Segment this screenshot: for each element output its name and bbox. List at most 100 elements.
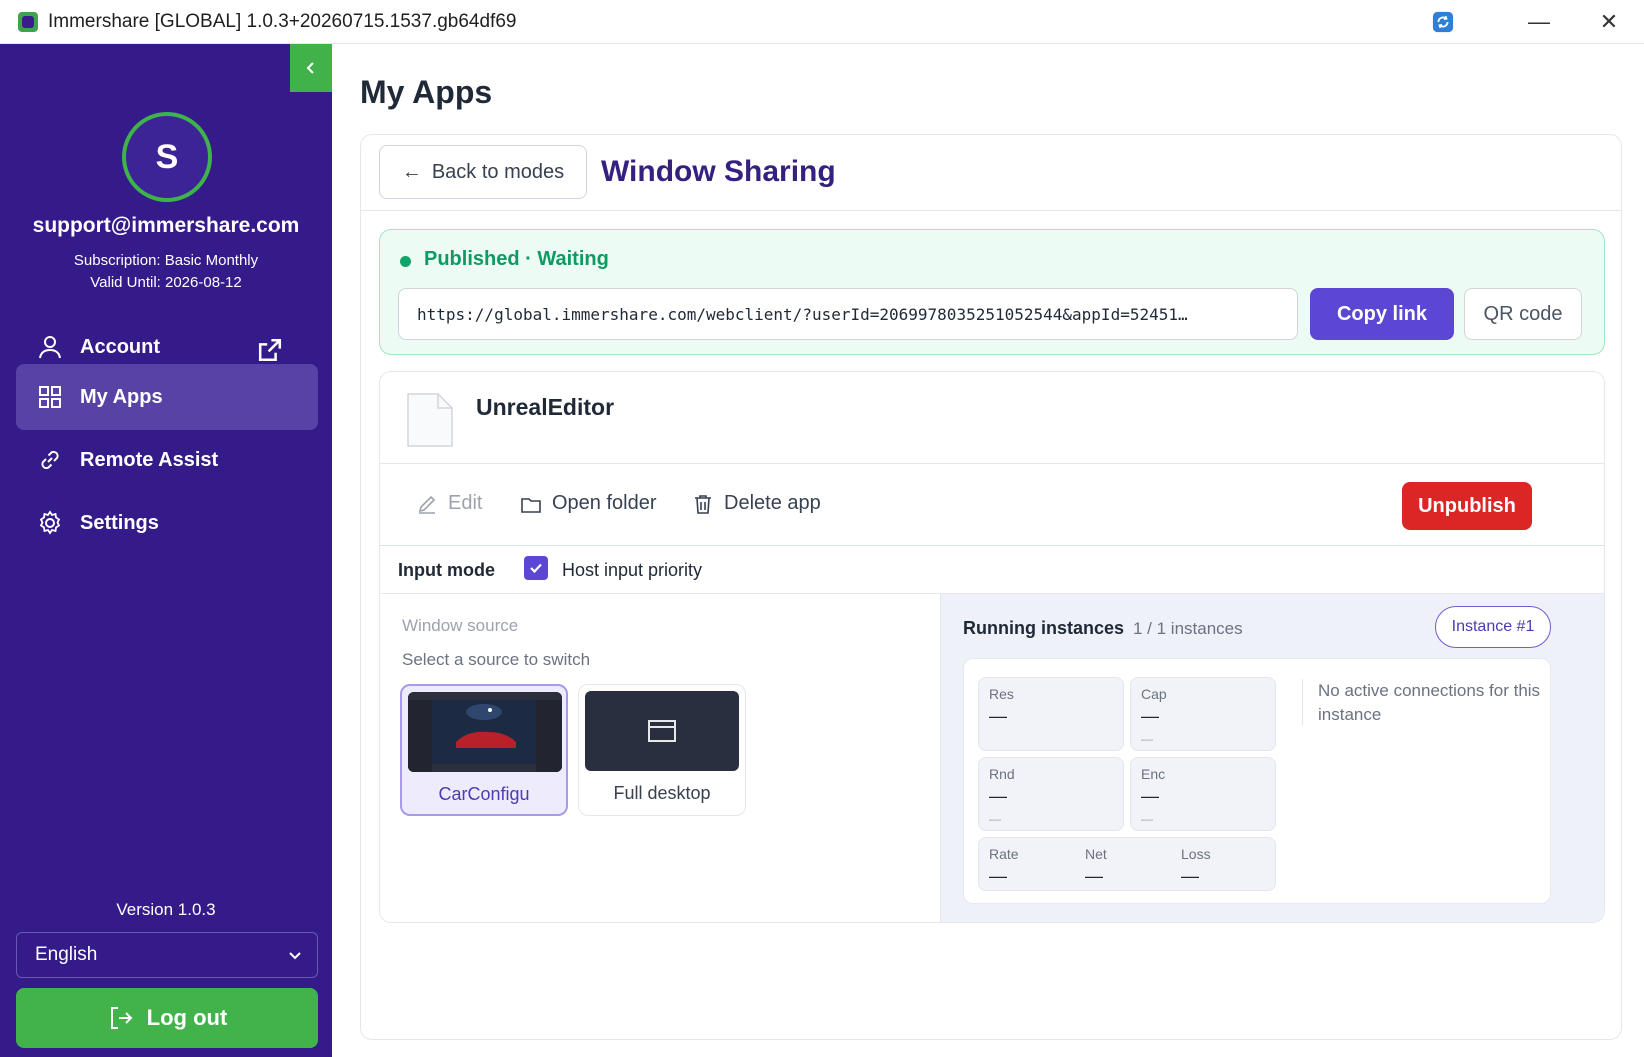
delete-app-button[interactable]: Delete app [692, 492, 821, 515]
input-mode-label: Input mode [398, 560, 495, 580]
chevron-down-icon [289, 952, 301, 960]
chevron-left-icon [306, 62, 314, 74]
sidebar-item-label: Account [80, 335, 160, 358]
stat-label: Rate [989, 846, 1019, 862]
source-option-full-desktop[interactable]: Full desktop [578, 684, 746, 816]
language-select[interactable]: English [16, 932, 318, 978]
sidebar-item-label: Settings [80, 511, 159, 534]
stat-value: — [1181, 866, 1199, 886]
window-thumbnail [408, 692, 562, 772]
page-title: My Apps [360, 74, 493, 110]
sidebar-collapse-button[interactable] [290, 44, 332, 92]
host-input-priority-checkbox[interactable] [524, 556, 548, 580]
minimize-button[interactable]: — [1504, 0, 1574, 44]
gear-icon [39, 510, 61, 535]
sidebar-item-settings[interactable]: Settings [16, 490, 318, 556]
sync-icon[interactable] [1432, 11, 1454, 33]
no-connections-text: No active connections for this instance [1318, 681, 1541, 724]
user-icon [39, 336, 61, 359]
app-detail-card: ← Back to modes Window Sharing Published… [360, 134, 1622, 1040]
open-folder-label: Open folder [552, 492, 657, 514]
publish-status-box: Published · Waiting https://global.immer… [379, 229, 1605, 355]
divider [1302, 679, 1303, 725]
stat-res: Res — [978, 677, 1124, 751]
app-header: UnrealEditor [380, 372, 1604, 464]
stat-label: Cap [1141, 686, 1167, 702]
link-icon [41, 450, 59, 470]
open-folder-button[interactable]: Open folder [520, 492, 657, 515]
sidebar-item-my-apps[interactable]: My Apps [16, 364, 318, 430]
grid-icon [39, 386, 61, 408]
stat-value: — [1141, 706, 1159, 726]
stat-sub: — [989, 812, 1001, 826]
share-url-text: https://global.immershare.com/webclient/… [417, 304, 1188, 324]
trash-icon [695, 494, 711, 514]
stat-value: — [989, 866, 1007, 886]
sidebar-item-label: Remote Assist [80, 448, 219, 471]
instance-selector-button[interactable]: Instance #1 [1435, 606, 1551, 648]
stat-rnd: Rnd — — [978, 757, 1124, 831]
source-option-label: CarConfigu [438, 784, 530, 804]
unpublish-button[interactable]: Unpublish [1402, 482, 1532, 530]
input-mode-row: Input mode Host input priority [380, 546, 1604, 594]
status-dot-icon [400, 256, 411, 267]
stat-network-row: Rate — Net — Loss — [978, 837, 1276, 891]
window-title: Immershare [GLOBAL] 1.0.3+20260715.1537.… [48, 10, 517, 32]
window-source-title: Window source [402, 616, 519, 635]
logout-button[interactable]: Log out [16, 988, 318, 1048]
window-source-hint: Select a source to switch [402, 650, 591, 669]
subscription-text: Subscription: Basic Monthly [73, 252, 259, 269]
window-source-pane: Window source Select a source to switch [380, 594, 940, 922]
app-name: UnrealEditor [476, 394, 615, 420]
valid-until-text: Valid Until: 2026-08-12 [90, 274, 242, 291]
stat-value: — [1141, 786, 1159, 806]
qr-code-button[interactable]: QR code [1464, 288, 1582, 340]
publish-status: Published · Waiting [424, 248, 609, 270]
app-actions: Edit Open folder Delete app Unpublish [380, 464, 1604, 546]
edit-button[interactable]: Edit [416, 492, 482, 515]
running-instances-title: Running instances [963, 618, 1125, 638]
instance-stats: Res — Cap — — Rnd — — Enc — — Rate — Net… [963, 658, 1551, 904]
file-icon [407, 393, 453, 447]
arrow-left-icon: ← [401, 160, 422, 183]
external-link-icon [258, 338, 282, 362]
card-header: ← Back to modes Window Sharing [361, 135, 1621, 211]
title-bar: Immershare [GLOBAL] 1.0.3+20260715.1537.… [0, 0, 1644, 44]
source-option-label: Full desktop [613, 783, 711, 803]
delete-label: Delete app [724, 492, 821, 514]
mode-title: Window Sharing [601, 155, 836, 188]
sidebar-item-remote-assist[interactable]: Remote Assist [16, 427, 318, 493]
language-value: English [35, 944, 98, 965]
back-to-modes-button[interactable]: ← Back to modes [379, 145, 587, 199]
stat-value: — [989, 786, 1007, 806]
stat-value: — [1085, 866, 1103, 886]
stat-sub: — [1141, 812, 1153, 826]
stat-enc: Enc — — [1130, 757, 1276, 831]
copy-link-button[interactable]: Copy link [1310, 288, 1454, 340]
stat-label: Net [1085, 846, 1107, 862]
stat-cap: Cap — — [1130, 677, 1276, 751]
main-content: My Apps ← Back to modes Window Sharing P… [332, 44, 1644, 1057]
stat-label: Enc [1141, 766, 1166, 782]
editor-screenshot-thumbnail [408, 692, 562, 772]
back-label: Back to modes [431, 160, 565, 183]
check-icon [530, 563, 542, 574]
host-input-priority-label: Host input priority [562, 560, 703, 580]
share-url-field[interactable]: https://global.immershare.com/webclient/… [398, 288, 1298, 340]
pencil-icon [418, 495, 436, 514]
sidebar-item-label: My Apps [80, 385, 163, 408]
instance-count: 1 / 1 instances [1133, 619, 1243, 638]
stat-label: Rnd [989, 766, 1015, 782]
avatar: S [122, 112, 212, 202]
user-email: support@immershare.com [32, 214, 300, 237]
close-button[interactable]: ✕ [1574, 0, 1644, 44]
stat-label: Res [989, 686, 1014, 702]
logout-label: Log out [146, 1005, 228, 1030]
stat-value: — [989, 706, 1007, 726]
stat-sub: — [1141, 732, 1153, 746]
window-icon [648, 720, 676, 742]
desktop-thumbnail [585, 691, 739, 771]
sidebar: S support@immershare.com Subscription: B… [0, 44, 332, 1057]
app-logo-icon [18, 11, 38, 32]
source-option-carconfigu[interactable]: CarConfigu [400, 684, 568, 816]
